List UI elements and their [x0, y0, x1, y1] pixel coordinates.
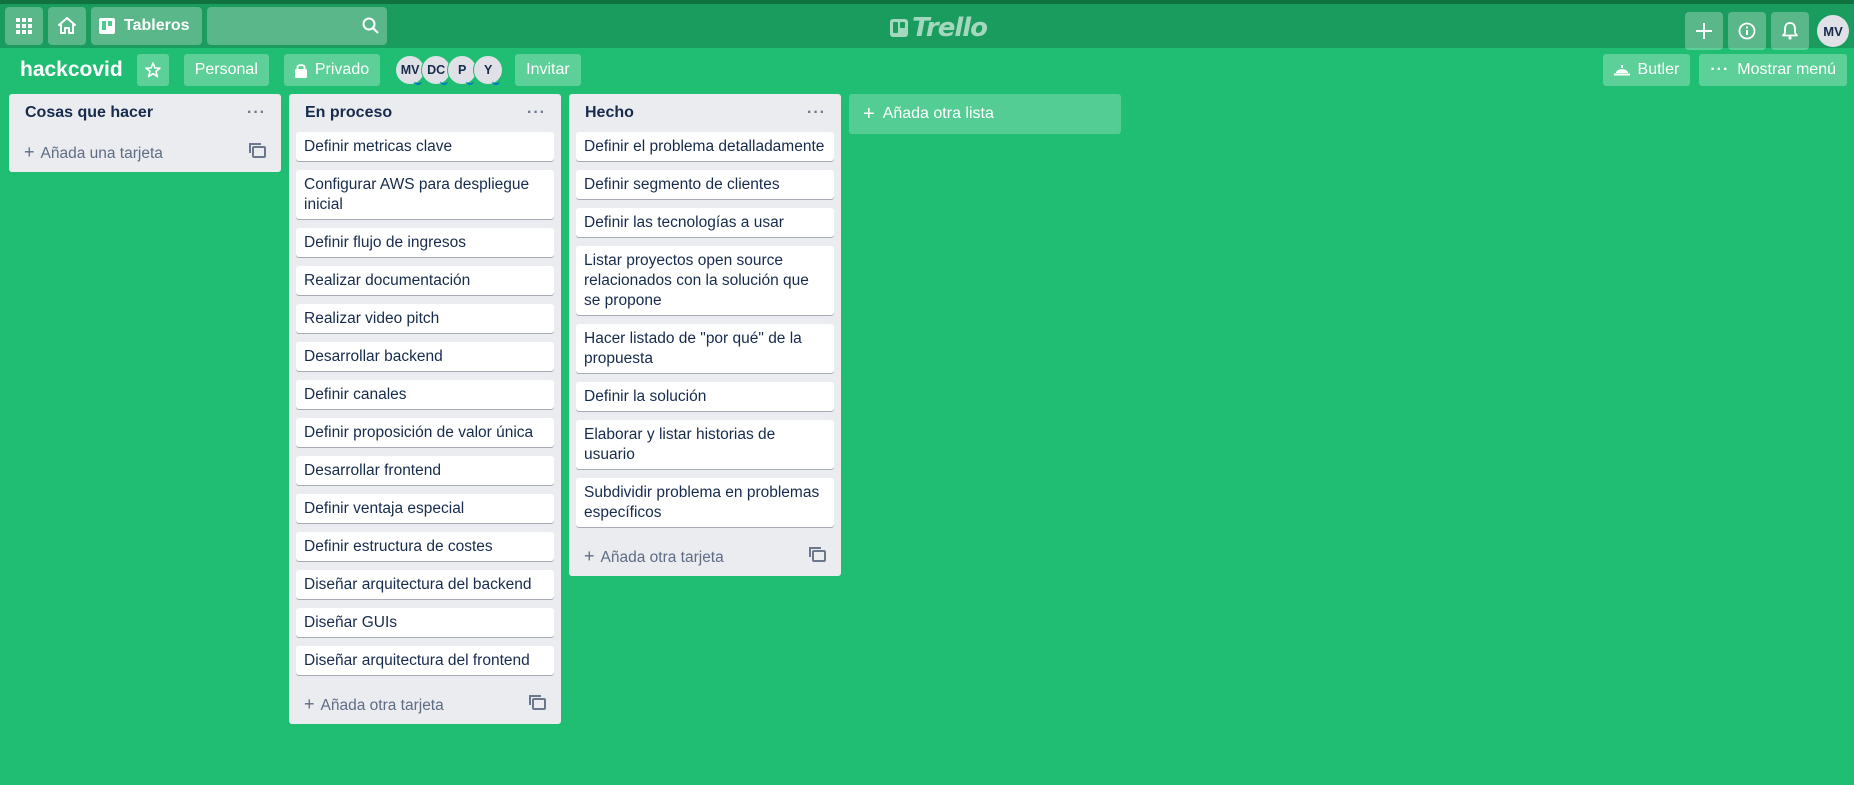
more-dots-icon: ··· [1710, 61, 1730, 78]
card[interactable]: Realizar documentación [296, 266, 554, 295]
plus-icon: + [584, 545, 595, 566]
card[interactable]: Definir flujo de ingresos [296, 228, 554, 257]
trello-logo[interactable]: Trello [890, 12, 988, 44]
star-icon [144, 62, 161, 78]
list-menu-icon[interactable]: ··· [807, 104, 826, 122]
butler-label: Butler [1637, 61, 1680, 78]
board-icon [99, 18, 115, 34]
add-card-button[interactable]: + Añada otra tarjeta [576, 536, 834, 576]
show-menu-button[interactable]: ··· Mostrar menú [1699, 54, 1847, 86]
card[interactable]: Definir la solución [576, 382, 834, 411]
bell-icon [1782, 22, 1798, 40]
privacy-button[interactable]: Privado [283, 54, 381, 86]
card-template-icon[interactable] [809, 547, 826, 562]
info-button[interactable] [1728, 12, 1766, 50]
butler-button[interactable]: Butler [1602, 54, 1691, 86]
board-canvas: Cosas que hacer ··· + Añada una tarjeta E… [9, 94, 1121, 724]
list-hecho: Hecho ··· Definir el problema detalladam… [569, 94, 841, 576]
list-header[interactable]: En proceso ··· [296, 94, 554, 132]
team-visibility-button[interactable]: Personal [183, 54, 269, 86]
card[interactable]: Listar proyectos open source relacionado… [576, 246, 834, 315]
card[interactable]: Subdividir problema en problemas específ… [576, 478, 834, 527]
card[interactable]: Definir el problema detalladamente [576, 132, 834, 161]
card-template-icon[interactable] [529, 695, 546, 710]
list-title[interactable]: En proceso [305, 104, 392, 122]
list-header[interactable]: Hecho ··· [576, 94, 834, 132]
add-list-button[interactable]: + Añada otra lista [849, 94, 1121, 134]
card[interactable]: Configurar AWS para despliegue inicial [296, 170, 554, 219]
user-avatar[interactable]: MV [1817, 15, 1849, 47]
home-button[interactable] [48, 7, 86, 45]
plus-icon: + [24, 141, 35, 162]
info-icon [1738, 22, 1756, 40]
boards-label: Tableros [124, 17, 190, 34]
notifications-button[interactable] [1771, 12, 1809, 50]
top-navigation-bar: Tableros Trello MV [0, 0, 1854, 50]
card-template-icon[interactable] [249, 143, 266, 158]
card[interactable]: Elaborar y listar historias de usuario [576, 420, 834, 469]
list-en-proceso: En proceso ··· Definir metricas clave Co… [289, 94, 561, 724]
home-icon [58, 17, 76, 34]
logo-text: Trello [912, 13, 988, 43]
card-container: Definir metricas clave Configurar AWS pa… [296, 132, 554, 675]
card[interactable]: Definir estructura de costes [296, 532, 554, 561]
invite-button[interactable]: Invitar [515, 54, 581, 86]
trello-logo-icon [890, 19, 908, 37]
card[interactable]: Definir ventaja especial [296, 494, 554, 523]
card[interactable]: Desarrollar backend [296, 342, 554, 371]
plus-icon [1696, 23, 1712, 39]
card[interactable]: Definir proposición de valor única [296, 418, 554, 447]
privacy-label: Privado [314, 61, 370, 78]
add-card-button[interactable]: + Añada otra tarjeta [296, 684, 554, 724]
member-avatar[interactable]: Y [473, 55, 504, 85]
card[interactable]: Desarrollar frontend [296, 456, 554, 485]
add-card-label: Añada otra tarjeta [600, 548, 724, 566]
list-menu-icon[interactable]: ··· [527, 104, 546, 122]
board-members: MV DC P Y [395, 55, 504, 85]
card[interactable]: Definir segmento de clientes [576, 170, 834, 199]
card[interactable]: Hacer listado de "por qué" de la propues… [576, 324, 834, 373]
create-button[interactable] [1685, 12, 1723, 50]
add-list-label: Añada otra lista [882, 105, 994, 122]
boards-button[interactable]: Tableros [91, 7, 202, 45]
card[interactable]: Definir metricas clave [296, 132, 554, 161]
list-title[interactable]: Cosas que hacer [25, 104, 153, 122]
card[interactable]: Definir canales [296, 380, 554, 409]
apps-grid-icon[interactable] [5, 7, 43, 45]
board-header: hackcovid Personal Privado MV DC P Y Inv… [0, 48, 1854, 92]
butler-bell-icon [1613, 65, 1630, 76]
lock-icon [294, 63, 307, 78]
list-menu-icon[interactable]: ··· [247, 104, 266, 122]
card[interactable]: Definir las tecnologías a usar [576, 208, 834, 237]
card[interactable]: Diseñar GUIs [296, 608, 554, 637]
card[interactable]: Realizar video pitch [296, 304, 554, 333]
search-icon [362, 17, 379, 39]
list-header[interactable]: Cosas que hacer ··· [16, 94, 274, 132]
card[interactable]: Diseñar arquitectura del backend [296, 570, 554, 599]
card[interactable]: Diseñar arquitectura del frontend [296, 646, 554, 675]
plus-icon: + [863, 102, 875, 125]
plus-icon: + [304, 693, 315, 714]
search-input[interactable] [206, 7, 387, 45]
add-card-label: Añada una tarjeta [40, 144, 163, 162]
board-title[interactable]: hackcovid [10, 58, 133, 82]
list-title[interactable]: Hecho [585, 104, 634, 122]
card-container: Definir el problema detalladamente Defin… [576, 132, 834, 527]
add-card-button[interactable]: + Añada una tarjeta [16, 132, 274, 172]
add-card-label: Añada otra tarjeta [320, 696, 444, 714]
star-button[interactable] [136, 54, 169, 86]
list-cosas-que-hacer: Cosas que hacer ··· + Añada una tarjeta [9, 94, 281, 172]
show-menu-label: Mostrar menú [1737, 61, 1836, 78]
